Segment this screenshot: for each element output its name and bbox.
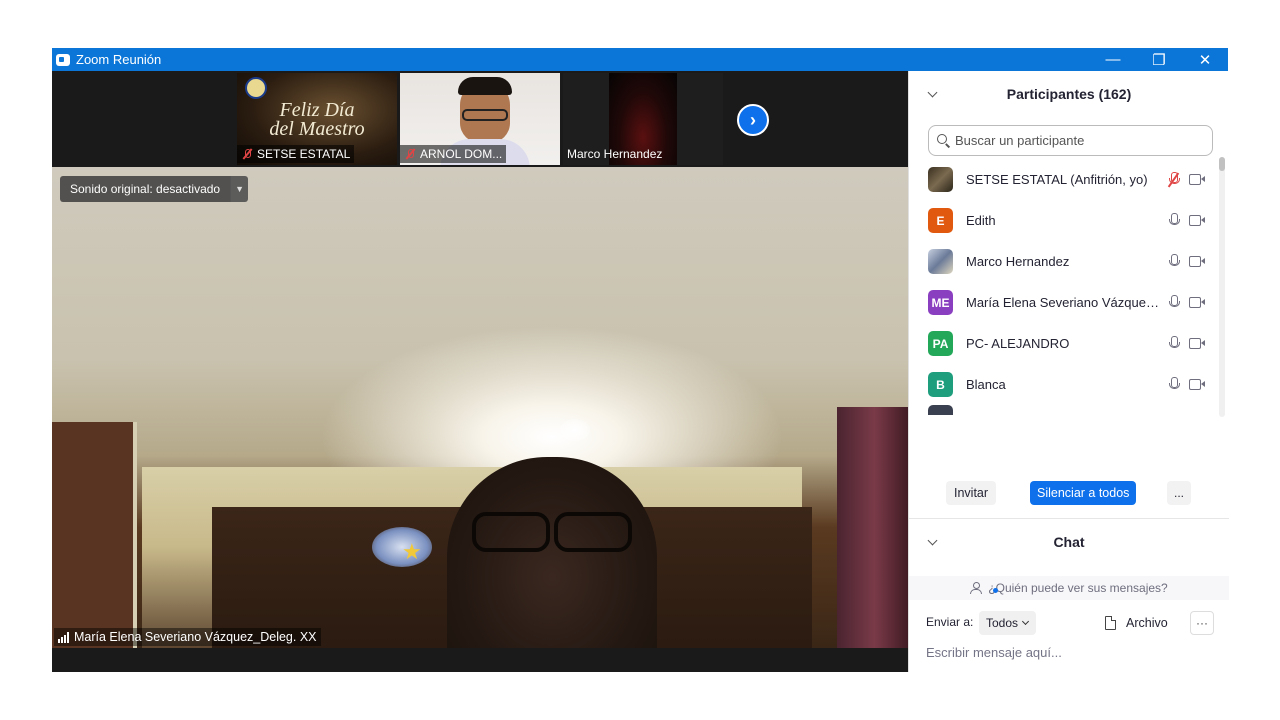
banner-line-2: del Maestro	[269, 118, 365, 140]
glasses	[462, 109, 508, 121]
chat-header: Chat	[909, 519, 1229, 565]
thumbnail-name-bar: Marco Hernandez	[563, 145, 666, 163]
participant-list-scrollbar[interactable]	[1219, 157, 1225, 417]
microphone-icon[interactable]	[1168, 376, 1180, 393]
zoom-app-icon	[56, 53, 70, 66]
microphone-icon[interactable]	[1168, 294, 1180, 311]
person-icon	[970, 582, 983, 594]
participant-row[interactable]: Marco Hernandez	[909, 241, 1219, 282]
participant-name: María Elena Severiano Vázquez...	[966, 295, 1161, 310]
participant-search[interactable]	[928, 125, 1213, 156]
participant-name: SETSE ESTATAL (Anfitrión, yo)	[966, 172, 1148, 187]
original-sound-control[interactable]: Sonido original: desactivado ▼	[60, 176, 249, 202]
microphone-icon[interactable]	[1168, 253, 1180, 270]
microphone-icon[interactable]	[1168, 335, 1180, 352]
participant-row[interactable]: E Edith	[909, 200, 1219, 241]
participants-header: Participantes (162)	[909, 71, 1229, 117]
side-panel: Participantes (162) SETSE ESTATAL (Anfit…	[908, 71, 1229, 672]
light-glare	[560, 419, 590, 441]
union-logo-icon	[245, 77, 267, 99]
avatar	[928, 167, 953, 192]
file-label[interactable]: Archivo	[1126, 616, 1168, 630]
file-icon	[1105, 616, 1116, 630]
chat-send-row: Enviar a: Todos Archivo ···	[909, 611, 1229, 635]
thumbnail-arnol[interactable]: ARNOL DOM...	[400, 73, 560, 165]
chat-title: Chat	[1053, 534, 1085, 550]
minimize-button[interactable]: —	[1090, 48, 1136, 71]
file-button[interactable]: Archivo	[1105, 611, 1168, 635]
avatar: ME	[928, 290, 953, 315]
avatar	[928, 249, 953, 274]
thumbnail-name: SETSE ESTATAL	[257, 147, 351, 161]
window-title: Zoom Reunión	[76, 52, 162, 67]
avatar: PA	[928, 331, 953, 356]
window-controls: — ❐ ✕	[1090, 48, 1228, 71]
zoom-window: Zoom Reunión — ❐ ✕ Feliz Día del Maestro…	[52, 48, 1229, 672]
participant-name: PC- ALEJANDRO	[966, 336, 1070, 351]
video-camera-icon[interactable]	[1189, 297, 1205, 308]
chevron-right-icon[interactable]: ›	[737, 104, 769, 136]
who-can-see-messages[interactable]: ¿Quién puede ver sus mensajes?	[909, 576, 1229, 600]
participant-row[interactable]: B Blanca	[909, 364, 1219, 405]
avatar: E	[928, 208, 953, 233]
participant-name: Marco Hernandez	[966, 254, 1070, 269]
video-camera-icon[interactable]	[1189, 215, 1205, 226]
chevron-down-icon[interactable]: ▼	[230, 176, 249, 202]
send-to-value[interactable]: Todos	[986, 616, 1018, 630]
speaker-person	[447, 457, 657, 648]
close-button[interactable]: ✕	[1182, 48, 1228, 71]
speaker-name-bar: María Elena Severiano Vázquez_Deleg. XX	[54, 628, 321, 646]
thumbnail-setse[interactable]: Feliz Día del Maestro SETSE ESTATAL	[237, 73, 397, 165]
search-icon	[937, 134, 950, 147]
avatar: B	[928, 372, 953, 397]
participant-list: SETSE ESTATAL (Anfitrión, yo) E Edith Ma…	[909, 159, 1229, 489]
star-decoration: ★	[402, 539, 422, 564]
participants-more-button[interactable]: ...	[1167, 481, 1191, 505]
participant-row[interactable]: SETSE ESTATAL (Anfitrión, yo)	[909, 159, 1219, 200]
mic-muted-icon	[241, 148, 253, 160]
original-sound-label[interactable]: Sonido original: desactivado	[60, 176, 231, 202]
participant-actions: Invitar Silenciar a todos ...	[909, 481, 1229, 509]
chat-message-input[interactable]	[926, 639, 1216, 665]
chevron-down-icon	[1022, 620, 1029, 627]
video-camera-icon[interactable]	[1189, 338, 1205, 349]
participant-name: Edith	[966, 213, 996, 228]
participant-name: Blanca	[966, 377, 1006, 392]
active-speaker-video: ★ Sonido original: desactivado ▼ María E…	[52, 167, 908, 648]
participant-row[interactable]: ME María Elena Severiano Vázquez...	[909, 282, 1219, 323]
thumbnail-name: ARNOL DOM...	[420, 147, 503, 161]
chevron-down-icon[interactable]	[927, 536, 939, 548]
video-camera-icon[interactable]	[1189, 379, 1205, 390]
participant-search-input[interactable]	[955, 133, 1195, 148]
send-to-label: Enviar a:	[926, 615, 974, 629]
microphone-icon[interactable]	[1168, 212, 1180, 229]
thumbnail-marco[interactable]: Marco Hernandez	[563, 73, 723, 165]
mute-all-button[interactable]: Silenciar a todos	[1030, 481, 1137, 505]
thumbnail-name: Marco Hernandez	[567, 147, 663, 161]
participant-row-partial[interactable]	[909, 405, 1219, 415]
thumbnail-strip: Feliz Día del Maestro SETSE ESTATAL ARNO…	[52, 71, 908, 167]
speaker-name: María Elena Severiano Vázquez_Deleg. XX	[74, 630, 317, 644]
participant-row[interactable]: PA PC- ALEJANDRO	[909, 323, 1219, 364]
restore-button[interactable]: ❐	[1136, 48, 1182, 71]
thumbnail-name-bar: SETSE ESTATAL	[237, 145, 355, 163]
video-camera-icon[interactable]	[1189, 256, 1205, 267]
title-bar: Zoom Reunión — ❐ ✕	[52, 48, 1228, 71]
participants-title: Participantes (162)	[1006, 86, 1132, 102]
send-to-select[interactable]: Todos	[979, 611, 1037, 635]
hair	[458, 77, 512, 95]
mic-muted-icon	[404, 148, 416, 160]
video-area: Feliz Día del Maestro SETSE ESTATAL ARNO…	[52, 71, 908, 672]
speaker-glasses	[467, 512, 637, 552]
avatar	[928, 405, 953, 415]
signal-strength-icon	[58, 631, 69, 643]
who-can-see-text[interactable]: ¿Quién puede ver sus mensajes?	[988, 581, 1167, 595]
video-camera-icon[interactable]	[1189, 174, 1205, 185]
invite-button[interactable]: Invitar	[946, 481, 997, 505]
thumbnail-name-bar: ARNOL DOM...	[400, 145, 507, 163]
chat-more-button[interactable]: ···	[1190, 611, 1214, 635]
chevron-down-icon[interactable]	[927, 88, 939, 100]
info-dot	[993, 588, 998, 593]
